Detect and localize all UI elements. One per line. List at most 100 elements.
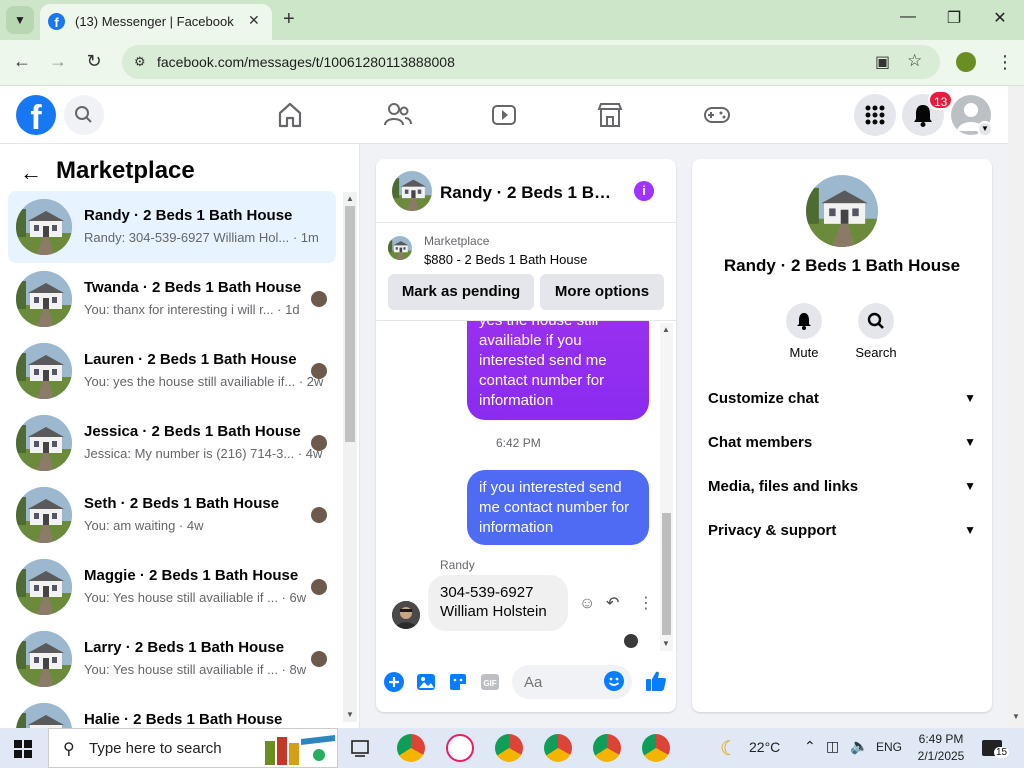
chrome-profile-icon[interactable] [593,734,621,762]
clock-date[interactable]: 2/1/2025 [914,749,968,763]
conversation-row[interactable]: Twanda · 2 Beds 1 Bath House You: thanx f… [8,263,336,335]
scroll-thumb[interactable] [662,513,671,635]
tab-title: (13) Messenger | Facebook [75,14,234,29]
reload-button[interactable]: ↻ [82,51,106,72]
install-app-icon[interactable]: ▣ [875,52,890,72]
conversation-row[interactable]: Jessica · 2 Beds 1 Bath House Jessica: My… [8,407,336,479]
video-nav-button[interactable] [487,98,521,132]
volume-icon[interactable]: 🔈 [850,737,869,755]
chrome-profile-k-icon[interactable] [495,734,523,762]
back-button[interactable]: ← [10,51,34,72]
media-files-links-section[interactable]: Media, files and links ▼ [708,466,976,510]
task-view-button[interactable] [350,737,372,764]
gif-button[interactable]: GIF [479,671,501,693]
plus-circle-icon [384,672,404,692]
info-icon[interactable]: i [634,181,654,201]
more-options-button[interactable]: More options [540,274,664,310]
outgoing-message[interactable]: yes the house still availiable if you in… [467,321,649,420]
listing-thumbnail[interactable] [388,236,412,260]
search-action[interactable]: Search [846,303,906,360]
maximize-button[interactable]: ❐ [939,8,969,28]
gaming-nav-button[interactable] [700,98,734,132]
chrome-taskbar-icon[interactable] [397,734,425,762]
chevron-down-icon: ▼ [964,435,976,449]
conversation-row[interactable]: Larry · 2 Beds 1 Bath House You: Yes hous… [8,623,336,695]
chat-avatar[interactable] [392,171,432,211]
friends-nav-button[interactable] [380,98,414,132]
browser-profile-icon[interactable] [956,52,976,72]
taskbar-search-box[interactable]: ⚲ Type here to search [48,728,338,768]
sender-avatar[interactable] [392,601,420,629]
scroll-up-icon[interactable]: ▲ [662,325,670,334]
mute-action[interactable]: Mute [774,303,834,360]
message-composer: GIF [376,659,676,712]
search-in-chat-button[interactable] [858,303,894,339]
facebook-logo-icon[interactable]: f [16,95,56,137]
conversation-row[interactable]: Seth · 2 Beds 1 Bath House You: am waitin… [8,479,336,551]
conversation-row[interactable]: Maggie · 2 Beds 1 Bath House You: Yes hou… [8,551,336,623]
minimize-button[interactable]: — [893,8,923,26]
menu-grid-button[interactable] [854,94,896,136]
chrome-profile-m-icon[interactable] [544,734,572,762]
tray-overflow-icon[interactable]: ⌃ [804,738,816,755]
mute-button[interactable] [786,303,822,339]
scroll-up-icon[interactable]: ▲ [346,194,354,203]
chat-title[interactable]: Randy · 2 Beds 1 Bat... [440,183,618,203]
message-more-icon[interactable]: ⋮ [638,593,654,613]
address-bar[interactable]: ⚙ facebook.com/messages/t/10061280113888… [122,45,940,79]
privacy-support-section[interactable]: Privacy & support ▼ [708,510,976,554]
react-emoji-icon[interactable]: ☺ [579,595,595,613]
browser-tab-active[interactable]: f (13) Messenger | Facebook ✕ [40,4,272,40]
house-photo-icon [16,631,72,687]
home-nav-button[interactable] [273,98,307,132]
conversation-list-scrollbar[interactable]: ▲ ▼ [343,192,357,722]
moon-weather-icon[interactable]: ☾ [720,736,738,761]
account-chevron-icon[interactable]: ▼ [977,121,993,137]
tab-close-icon[interactable]: ✕ [248,12,260,29]
chat-members-section[interactable]: Chat members ▼ [708,422,976,466]
language-indicator[interactable]: ENG [876,740,902,754]
conversation-name: Seth · 2 Beds 1 Bath House [84,495,280,512]
incoming-message[interactable]: 304-539-6927 William Holstein [428,575,568,631]
attach-photo-button[interactable] [415,671,437,693]
reply-icon[interactable]: ↶ [606,593,619,613]
scroll-down-icon[interactable]: ▼ [662,639,670,648]
close-window-button[interactable]: ✕ [985,8,1015,28]
conversation-snippet: You: Yes house still availiable if ... ·… [84,590,307,605]
scroll-down-icon[interactable]: ▼ [346,710,354,719]
windows-logo-icon [14,740,32,758]
site-info-icon[interactable]: ⚙ [134,54,150,70]
start-button[interactable] [14,740,32,758]
chevron-down-icon: ▼ [964,391,976,405]
facebook-search-button[interactable] [64,95,104,135]
bookmark-star-icon[interactable]: ☆ [907,51,922,71]
emoji-button[interactable] [604,671,624,691]
weather-temperature[interactable]: 22°C [749,739,780,755]
chrome-profile-icon[interactable] [642,734,670,762]
app-taskbar-icon[interactable] [446,734,474,762]
conversation-row[interactable]: Halie · 2 Beds 1 Bath House [8,695,336,728]
marketplace-icon [597,103,623,127]
page-scrollbar[interactable]: ▼ [1008,86,1024,728]
more-actions-button[interactable] [383,671,405,693]
scroll-thumb[interactable] [345,206,355,442]
listing-avatar[interactable] [806,175,878,247]
conversation-row[interactable]: Randy · 2 Beds 1 Bath House Randy: 304-53… [8,191,336,263]
new-tab-button[interactable]: + [283,8,295,31]
forward-button[interactable]: → [46,51,70,72]
listing-price[interactable]: $880 - 2 Beds 1 Bath House [424,252,587,267]
customize-chat-section[interactable]: Customize chat ▼ [708,378,976,422]
scroll-down-icon[interactable]: ▼ [1012,712,1020,721]
outgoing-message[interactable]: if you interested send me contact number… [467,470,649,545]
conversation-row[interactable]: Lauren · 2 Beds 1 Bath House You: yes the… [8,335,336,407]
chat-scrollbar[interactable]: ▲ ▼ [660,323,673,651]
marketplace-nav-button[interactable] [593,98,627,132]
sticker-button[interactable] [447,671,469,693]
like-button[interactable] [644,669,668,693]
back-arrow-icon[interactable]: ← [20,160,42,186]
clock-time[interactable]: 6:49 PM [916,732,966,746]
tab-search-button[interactable]: ▼ [6,6,34,34]
browser-menu-icon[interactable]: ⋮ [996,52,1014,73]
mark-as-pending-button[interactable]: Mark as pending [388,274,534,310]
network-icon[interactable]: ◫ [826,738,839,755]
